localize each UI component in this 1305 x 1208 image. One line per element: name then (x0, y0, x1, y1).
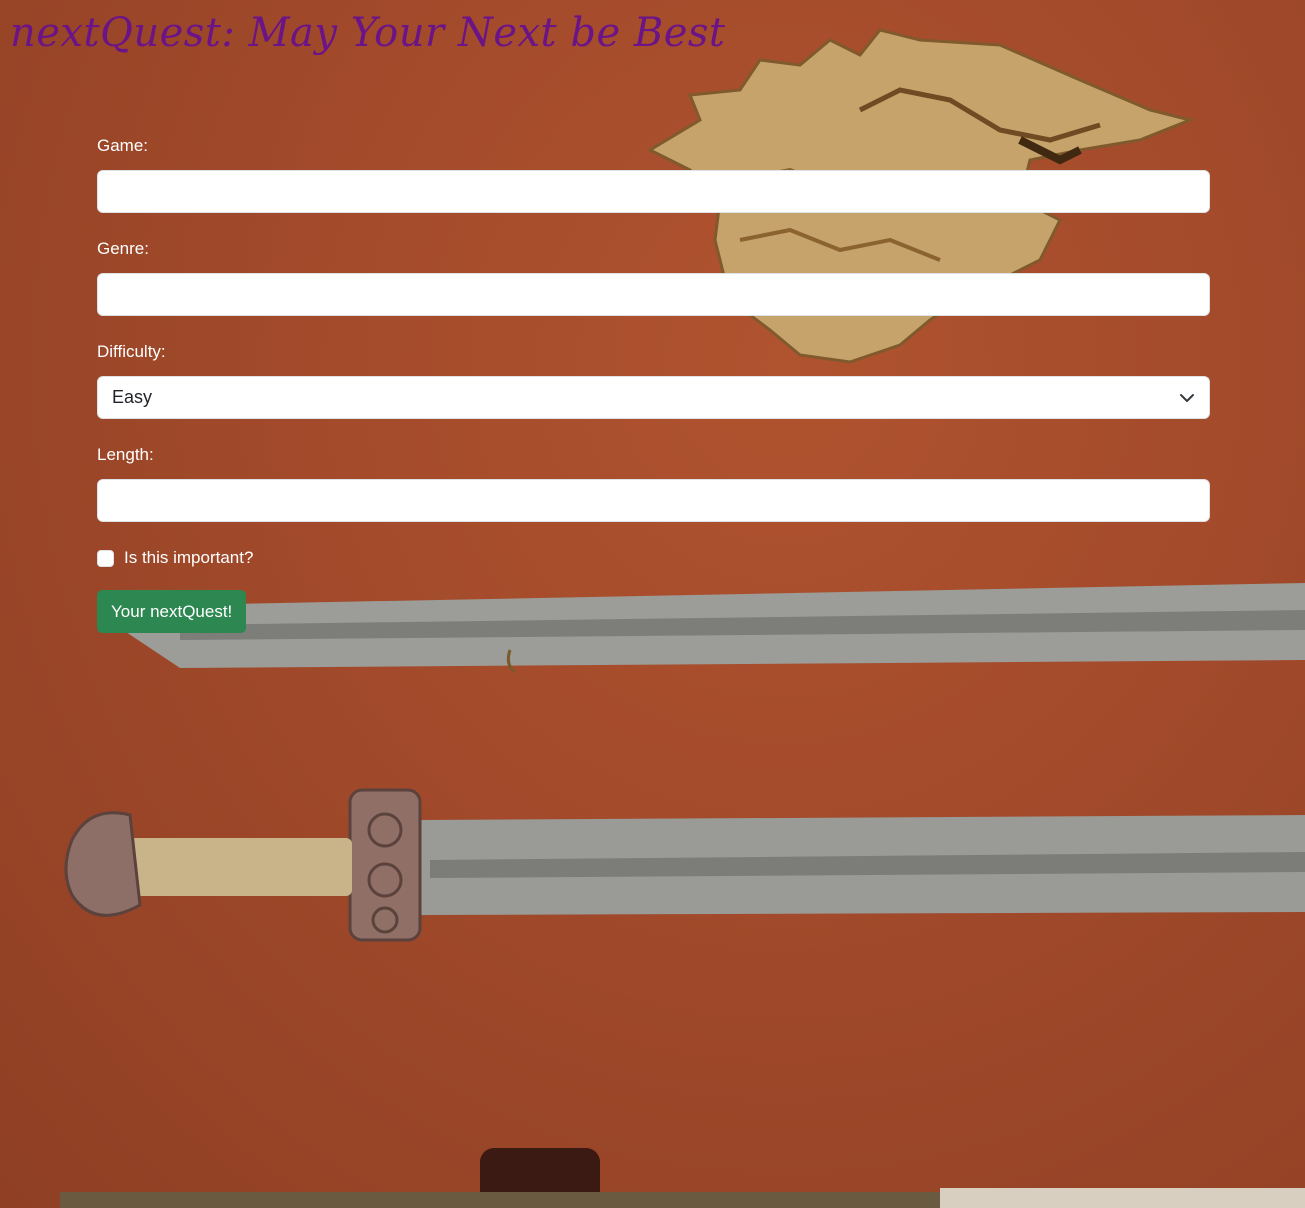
game-input[interactable] (97, 170, 1210, 213)
quest-form: Game: Genre: Difficulty: Easy Length: Is… (97, 134, 1210, 633)
difficulty-selected-value: Easy (112, 387, 153, 407)
submit-button[interactable]: Your nextQuest! (97, 590, 247, 633)
lower-sword-image (64, 788, 1305, 942)
chevron-down-icon (1180, 394, 1194, 402)
important-checkbox-label[interactable]: Is this important? (124, 546, 253, 570)
length-input[interactable] (97, 479, 1210, 522)
difficulty-label: Difficulty: (97, 342, 166, 361)
difficulty-select[interactable]: Easy (97, 376, 1210, 419)
important-checkbox-row: Is this important? (97, 546, 1210, 570)
page-title: nextQuest: May Your Next be Best (10, 10, 726, 56)
bottom-shelf-image (60, 1148, 1305, 1208)
important-checkbox[interactable] (97, 549, 114, 567)
genre-input[interactable] (97, 273, 1210, 316)
length-label: Length: (97, 445, 154, 464)
genre-label: Genre: (97, 239, 149, 258)
game-label: Game: (97, 136, 149, 155)
